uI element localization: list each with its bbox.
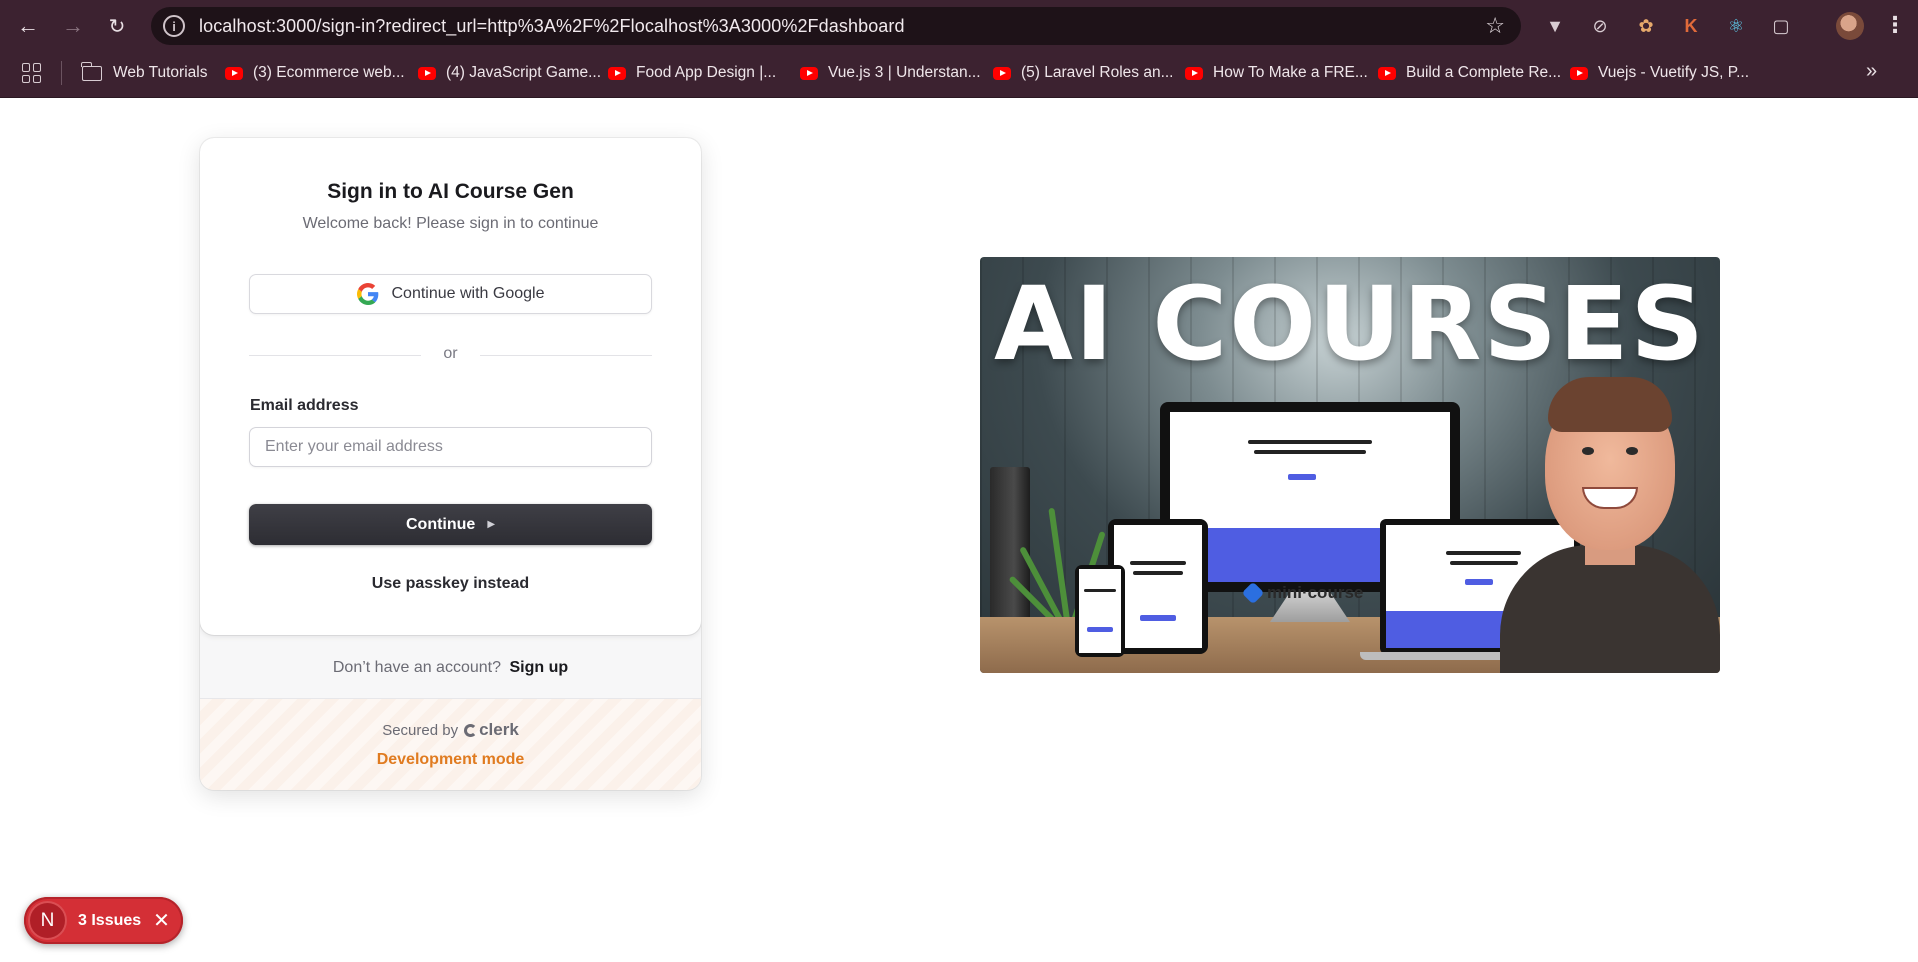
chevron-double-right-icon[interactable]: »	[1866, 60, 1877, 83]
bookmark-label: Vue.js 3 | Understan...	[828, 64, 981, 81]
bookmark-item[interactable]: Build a Complete Re...	[1378, 60, 1561, 86]
forward-arrow-icon[interactable]: →	[55, 8, 91, 44]
bookmark-label: Food App Design |...	[636, 64, 777, 81]
email-field[interactable]	[249, 427, 652, 467]
bookmark-star-icon[interactable]: ☆	[1485, 13, 1505, 39]
url-text[interactable]: localhost:3000/sign-in?redirect_url=http…	[199, 16, 905, 37]
youtube-icon	[418, 66, 436, 80]
sign-up-link[interactable]: Sign up	[509, 659, 568, 676]
bookmark-item[interactable]: (3) Ecommerce web...	[225, 60, 405, 86]
bookmark-label: Vuejs - Vuetify JS, P...	[1598, 64, 1750, 81]
profile-avatar[interactable]	[1836, 12, 1864, 40]
phone-mockup	[1075, 565, 1125, 657]
bookmark-label: (3) Ecommerce web...	[253, 64, 405, 81]
reload-icon[interactable]: ↻	[99, 8, 135, 44]
presenter-photo	[1490, 375, 1720, 673]
google-icon	[356, 283, 378, 305]
caret-right-icon: ▶	[487, 519, 496, 530]
issues-count[interactable]: 3 Issues	[78, 912, 141, 930]
youtube-icon	[225, 66, 243, 80]
sign-in-card-body: Sign in to AI Course Gen Welcome back! P…	[200, 138, 701, 635]
extensions-puzzle-icon[interactable]: ▢	[1768, 13, 1794, 39]
use-passkey-link[interactable]: Use passkey instead	[200, 575, 701, 593]
tablet-screen	[1114, 525, 1202, 648]
address-bar[interactable]: i localhost:3000/sign-in?redirect_url=ht…	[151, 7, 1521, 45]
clerk-icon	[464, 723, 478, 737]
hero-image: AI COURSES mini·course	[980, 257, 1720, 673]
continue-with-google-button[interactable]: Continue with Google	[249, 274, 652, 314]
continue-button[interactable]: Continue ▶	[249, 504, 652, 545]
mini-course-logo: mini·course	[1241, 579, 1380, 607]
phone-screen	[1079, 569, 1121, 653]
youtube-icon	[1378, 66, 1396, 80]
close-icon[interactable]: ✕	[153, 908, 170, 933]
vuetify-extension-icon[interactable]: ▼	[1542, 13, 1568, 39]
sign-in-card: Sign in to AI Course Gen Welcome back! P…	[200, 138, 701, 790]
bookmark-label: (5) Laravel Roles an...	[1021, 64, 1174, 81]
k-extension-icon[interactable]: K	[1678, 13, 1704, 39]
secured-by-text: Secured by	[382, 721, 459, 739]
bookmark-item[interactable]: Vuejs - Vuetify JS, P...	[1570, 60, 1749, 86]
sign-in-title: Sign in to AI Course Gen	[327, 180, 574, 203]
hero-title: AI COURSES	[994, 265, 1706, 384]
react-devtools-icon[interactable]: ⚛	[1723, 13, 1749, 39]
bookmark-label: Build a Complete Re...	[1406, 64, 1562, 81]
back-arrow-icon[interactable]: ←	[10, 8, 46, 44]
film-extension-icon[interactable]: ✿	[1633, 13, 1659, 39]
signup-prompt: Don’t have an account? Sign up	[200, 659, 701, 677]
youtube-icon	[608, 66, 626, 80]
site-info-icon[interactable]: i	[163, 15, 185, 37]
clerk-wordmark: clerk	[479, 720, 519, 739]
browser-menu-icon[interactable]: ⋮	[1884, 12, 1906, 38]
secured-by-clerk: Secured by clerk	[200, 720, 701, 740]
youtube-icon	[1185, 66, 1203, 80]
bookmark-item[interactable]: How To Make a FRE...	[1185, 60, 1368, 86]
or-text: or	[443, 345, 458, 362]
mini-course-logo-icon	[1241, 581, 1265, 605]
bookmark-label: (4) JavaScript Game...	[446, 64, 602, 81]
sign-in-subtitle: Welcome back! Please sign in to continue	[302, 215, 599, 232]
google-button-label: Continue with Google	[391, 285, 545, 302]
bookmark-item[interactable]: (4) JavaScript Game...	[418, 60, 601, 86]
apps-grid-icon[interactable]	[22, 63, 42, 83]
clerk-logo[interactable]: clerk	[464, 720, 519, 740]
email-label: Email address	[250, 397, 359, 414]
development-mode-banner	[200, 699, 701, 790]
bookmark-item[interactable]: (5) Laravel Roles an...	[993, 60, 1174, 86]
youtube-icon	[993, 66, 1011, 80]
continue-button-label: Continue	[405, 515, 476, 533]
browser-toolbar: ← → ↻ i localhost:3000/sign-in?redirect_…	[0, 0, 1918, 52]
bookmark-item[interactable]: Vue.js 3 | Understan...	[800, 60, 981, 86]
development-mode-label: Development mode	[376, 751, 525, 768]
bookmark-label: Web Tutorials	[113, 64, 208, 81]
youtube-icon	[800, 66, 818, 80]
bookmark-label: How To Make a FRE...	[1213, 64, 1368, 81]
youtube-icon	[1570, 66, 1588, 80]
or-divider: or	[249, 345, 652, 365]
blocked-extension-icon[interactable]: ⊘	[1587, 13, 1613, 39]
divider-line	[480, 355, 652, 356]
nextjs-logo-icon: N	[30, 903, 65, 938]
bookmarks-separator	[61, 61, 62, 85]
bookmark-item[interactable]: Food App Design |...	[608, 60, 776, 86]
folder-icon	[81, 61, 102, 81]
mini-course-wordmark: mini·course	[1267, 583, 1364, 602]
issues-badge[interactable]: N 3 Issues ✕	[24, 897, 183, 944]
signup-prompt-text: Don’t have an account?	[332, 659, 501, 676]
bookmark-web-tutorials[interactable]: Web Tutorials	[81, 60, 208, 86]
